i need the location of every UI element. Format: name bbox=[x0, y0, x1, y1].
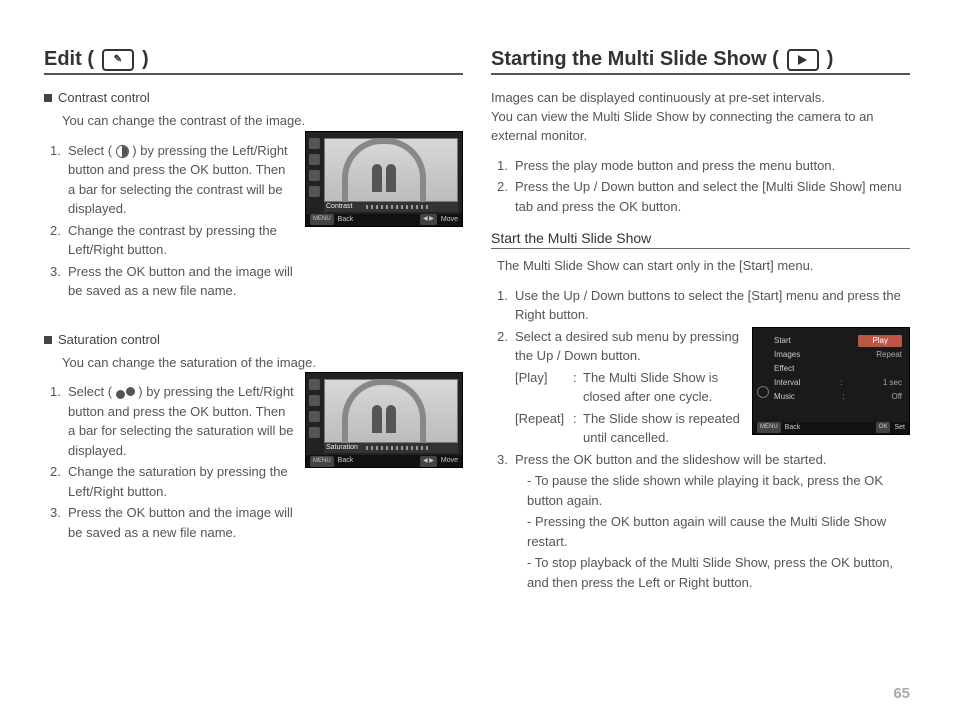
contrast-steps: 1.Select ( ) by pressing the Left/Right … bbox=[50, 141, 295, 301]
move-button: ◀ ▶ bbox=[420, 214, 437, 225]
start-subheading: Start the Multi Slide Show bbox=[491, 230, 910, 249]
contrast-icon bbox=[116, 145, 129, 158]
ok-set-button: OK bbox=[876, 422, 891, 433]
slideshow-intro: Images can be displayed continuously at … bbox=[491, 89, 910, 146]
manual-page: Edit ( ✎ ) Contrast control You can chan… bbox=[0, 0, 954, 720]
contrast-screenshot: Contrast MENU Back ◀ ▶ Move bbox=[305, 131, 463, 227]
saturation-icon bbox=[116, 387, 135, 399]
start-steps: 1.Use the Up / Down buttons to select th… bbox=[497, 286, 910, 593]
slideshow-top-steps: 1.Press the play mode button and press t… bbox=[497, 156, 910, 217]
menu-back-button: MENU bbox=[310, 214, 334, 225]
slideshow-heading: Starting the Multi Slide Show ( ) bbox=[491, 48, 910, 75]
start-menu-screenshot: StartPlay ImagesRepeat Effect Interval:1… bbox=[752, 327, 910, 435]
menu-back-button: MENU bbox=[310, 456, 334, 467]
square-bullet-icon bbox=[44, 94, 52, 102]
edit-icon: ✎ bbox=[102, 49, 134, 71]
square-bullet-icon bbox=[44, 336, 52, 344]
saturation-desc: You can change the saturation of the ima… bbox=[62, 354, 463, 373]
play-icon bbox=[787, 49, 819, 71]
saturation-screenshot: Saturation MENU Back ◀ ▶ Move bbox=[305, 372, 463, 468]
saturation-steps: 1.Select ( ) by pressing the Left/Right … bbox=[50, 382, 295, 542]
edit-heading: Edit ( ✎ ) bbox=[44, 48, 463, 75]
start-note: The Multi Slide Show can start only in t… bbox=[497, 257, 910, 276]
slideshow-tab-icon bbox=[757, 386, 769, 398]
page-number: 65 bbox=[893, 685, 910, 702]
contrast-subheading: Contrast control bbox=[44, 89, 463, 108]
contrast-desc: You can change the contrast of the image… bbox=[62, 112, 463, 131]
saturation-subheading: Saturation control bbox=[44, 331, 463, 350]
left-column: Edit ( ✎ ) Contrast control You can chan… bbox=[44, 48, 463, 594]
right-column: Starting the Multi Slide Show ( ) Images… bbox=[491, 48, 910, 594]
menu-back-button: MENU bbox=[757, 422, 781, 433]
move-button: ◀ ▶ bbox=[420, 456, 437, 467]
